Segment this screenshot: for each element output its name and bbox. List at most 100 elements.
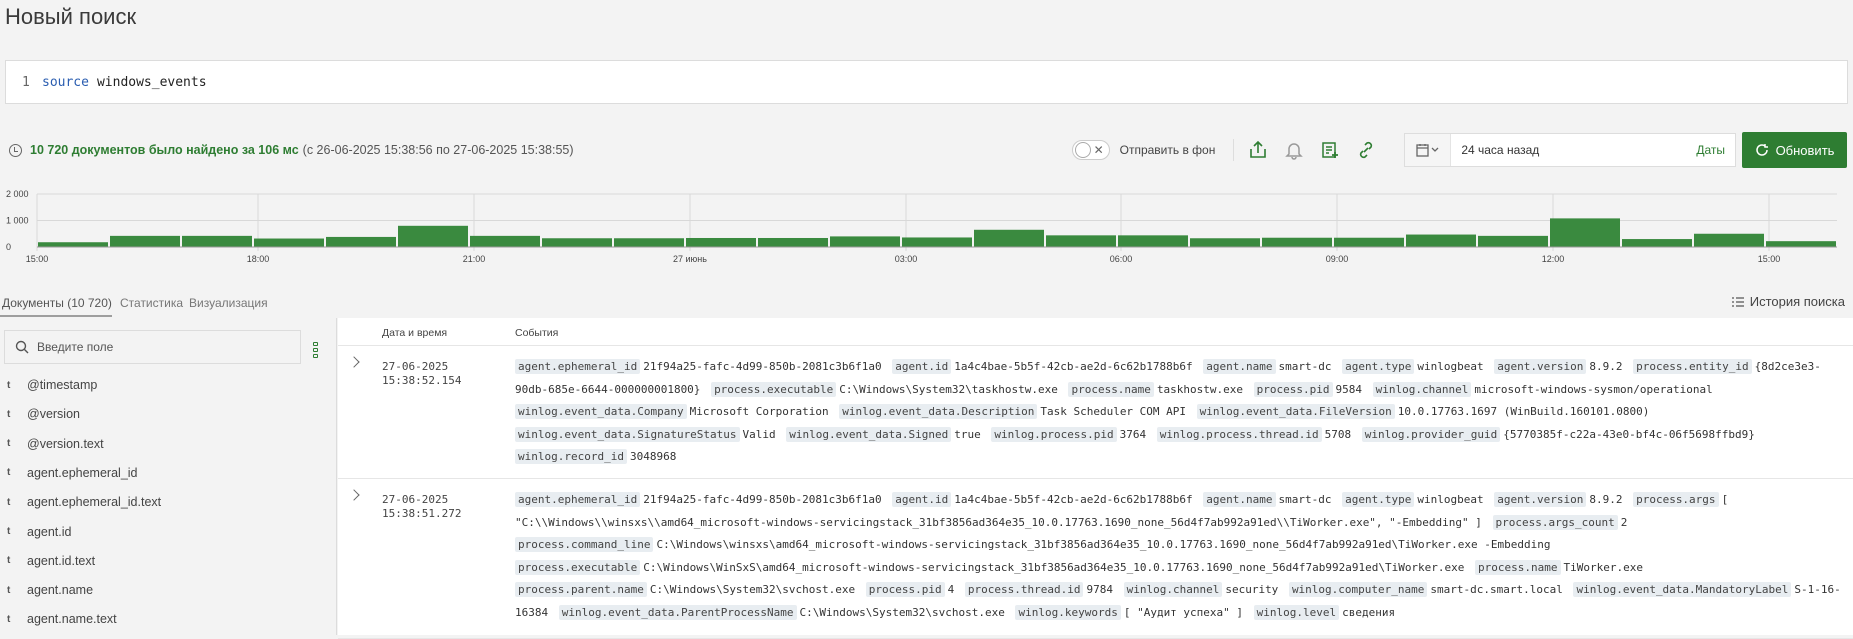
refresh-button[interactable]: Обновить — [1742, 132, 1847, 168]
histogram-bar — [254, 238, 324, 247]
field-value: [ "Аудит успеха" ] — [1123, 605, 1244, 619]
row-timestamp: 27-06-2025 15:38:52.154 — [382, 360, 462, 387]
export-icon[interactable] — [1240, 135, 1276, 165]
field-item[interactable]: t agent.name — [0, 579, 320, 601]
field-key-badge[interactable]: agent.ephemeral_id — [515, 492, 641, 507]
x-tick-label: 06:00 — [1110, 254, 1133, 264]
field-name: agent.id — [27, 524, 72, 539]
field-key-badge[interactable]: winlog.event_data.Description — [839, 404, 1038, 419]
field-key-badge[interactable]: winlog.event_data.FileVersion — [1196, 404, 1395, 419]
field-value: smart-dc — [1278, 360, 1332, 373]
field-item[interactable]: t agent.ephemeral_id — [0, 462, 320, 484]
field-key-badge[interactable]: winlog.event_data.Signed — [786, 426, 952, 442]
field-type-icon: t — [7, 408, 11, 420]
link-icon[interactable] — [1348, 135, 1384, 165]
field-key-badge[interactable]: winlog.event_data.SignatureStatus — [515, 426, 740, 442]
date-range-value[interactable]: 24 часа назад — [1451, 143, 1686, 157]
field-key-badge[interactable]: process.executable — [515, 559, 641, 575]
x-tick-label: 18:00 — [247, 254, 270, 264]
field-item[interactable]: t agent.id.text — [0, 550, 320, 572]
field-key-badge[interactable]: agent.version — [1494, 359, 1587, 374]
field-type-icon: t — [7, 526, 11, 537]
field-value: true — [954, 427, 981, 441]
field-type-icon: t — [7, 555, 11, 567]
clock-icon — [9, 143, 22, 157]
field-item[interactable]: t agent.name.text — [0, 608, 320, 630]
field-key-badge[interactable]: process.args_count — [1492, 514, 1618, 530]
field-settings-icon[interactable] — [313, 342, 319, 358]
field-key-badge[interactable]: process.pid — [1253, 381, 1333, 397]
field-key-badge[interactable]: winlog.event_data.ParentProcessName — [558, 604, 797, 620]
date-picker[interactable]: 24 часа назад Даты — [1404, 133, 1736, 167]
chevron-right-icon[interactable] — [348, 356, 360, 368]
query-editor[interactable]: 1 source windows_events — [5, 60, 1848, 104]
field-key-badge[interactable]: winlog.record_id — [515, 449, 627, 464]
field-search-placeholder: Введите поле — [37, 340, 114, 354]
table-row[interactable]: 27-06-2025 15:38:51.272 agent.ephemeral_id… — [338, 479, 1853, 639]
field-item[interactable]: t @version.text — [0, 433, 320, 455]
x-tick-label: 09:00 — [1326, 254, 1349, 264]
field-key-badge[interactable]: process.thread.id — [964, 582, 1084, 597]
field-key-badge[interactable]: process.parent.name — [515, 582, 647, 597]
field-value: Microsoft Corporation — [689, 405, 829, 418]
search-history-button[interactable]: История поиска — [1731, 294, 1845, 309]
field-key-badge[interactable]: winlog.process.thread.id — [1156, 426, 1322, 442]
field-key-badge[interactable]: process.name — [1475, 559, 1561, 575]
calendar-icon[interactable] — [1405, 134, 1452, 166]
bell-icon[interactable] — [1276, 135, 1312, 165]
fields-sidebar: Введите поле t @timestamp t @version t @versi… — [0, 318, 337, 635]
field-value: 21f94a25-fafc-4d99-850b-2081c3b6f1a0 — [643, 493, 882, 506]
field-item[interactable]: t @version — [0, 403, 320, 425]
field-key-badge[interactable]: agent.name — [1203, 359, 1276, 374]
chevron-right-icon[interactable] — [348, 489, 360, 501]
tab-visualization[interactable]: Визуализация — [189, 296, 268, 310]
field-key-badge[interactable]: process.name — [1068, 381, 1154, 397]
result-tabs: Документы (10 720) Статистика Визуализац… — [0, 290, 1853, 318]
field-name: agent.name.text — [27, 612, 117, 627]
field-key-badge[interactable]: agent.version — [1494, 492, 1587, 507]
field-key-badge[interactable]: agent.id — [892, 359, 952, 374]
field-key-badge[interactable]: winlog.process.pid — [991, 426, 1117, 442]
field-key-badge[interactable]: agent.type — [1342, 359, 1415, 374]
field-item[interactable]: t @timestamp — [0, 374, 320, 396]
x-tick-label: 03:00 — [895, 254, 918, 264]
save-search-icon[interactable] — [1312, 135, 1348, 165]
field-key-badge[interactable]: agent.id — [892, 492, 952, 507]
field-key-badge[interactable]: winlog.level — [1253, 604, 1340, 620]
field-key-badge[interactable]: process.command_line — [515, 537, 654, 552]
field-key-badge[interactable]: winlog.channel — [1123, 582, 1223, 597]
field-key-badge[interactable]: agent.ephemeral_id — [515, 359, 641, 374]
field-key-badge[interactable]: process.entity_id — [1633, 359, 1752, 374]
field-value: 2 — [1620, 515, 1628, 529]
field-key-badge[interactable]: agent.type — [1342, 492, 1415, 507]
field-key-badge[interactable]: winlog.provider_guid — [1361, 426, 1501, 442]
search-icon — [15, 340, 29, 354]
background-toggle[interactable]: ✕ — [1071, 140, 1110, 160]
table-row[interactable]: 27-06-2025 15:38:52.154 agent.ephemeral_id… — [338, 346, 1853, 479]
toggle-knob — [1074, 142, 1091, 158]
field-item[interactable]: t agent.id — [0, 521, 320, 543]
event-fields: agent.ephemeral_id 21f94a25-fafc-4d99-850… — [515, 489, 1845, 624]
field-key-badge[interactable]: winlog.event_data.Company — [515, 404, 687, 419]
field-key-badge[interactable]: winlog.channel — [1372, 381, 1472, 397]
field-value: C:\Windows\System32\svchost.exe — [649, 583, 856, 596]
field-value: C:\Windows\System32\taskhostw.exe — [839, 382, 1058, 396]
field-key-badge[interactable]: process.pid — [865, 582, 945, 597]
histogram-bar — [1694, 233, 1764, 247]
field-key-badge[interactable]: winlog.keywords — [1015, 604, 1121, 620]
event-fields: agent.ephemeral_id 21f94a25-fafc-4d99-850… — [515, 356, 1845, 469]
field-search-input[interactable]: Введите поле — [4, 330, 301, 364]
field-key-badge[interactable]: agent.name — [1203, 492, 1276, 507]
column-events: События — [515, 327, 559, 339]
tab-documents[interactable]: Документы (10 720) — [2, 296, 112, 310]
dates-link[interactable]: Даты — [1686, 143, 1735, 157]
field-key-badge[interactable]: winlog.event_data.MandatoryLabel — [1573, 582, 1792, 597]
field-key-badge[interactable]: winlog.computer_name — [1288, 582, 1428, 597]
field-key-badge[interactable]: process.args — [1633, 492, 1719, 507]
field-type-icon: t — [7, 467, 11, 479]
field-key-badge[interactable]: process.executable — [711, 381, 837, 397]
field-item[interactable]: t agent.ephemeral_id.text — [0, 491, 320, 513]
histogram-bar — [326, 236, 396, 247]
histogram-chart[interactable]: 2 000 1 000 0 15:00 18:00 21:00 27 июнь 03:00 06… — [0, 180, 1853, 278]
tab-statistics[interactable]: Статистика — [120, 296, 183, 310]
